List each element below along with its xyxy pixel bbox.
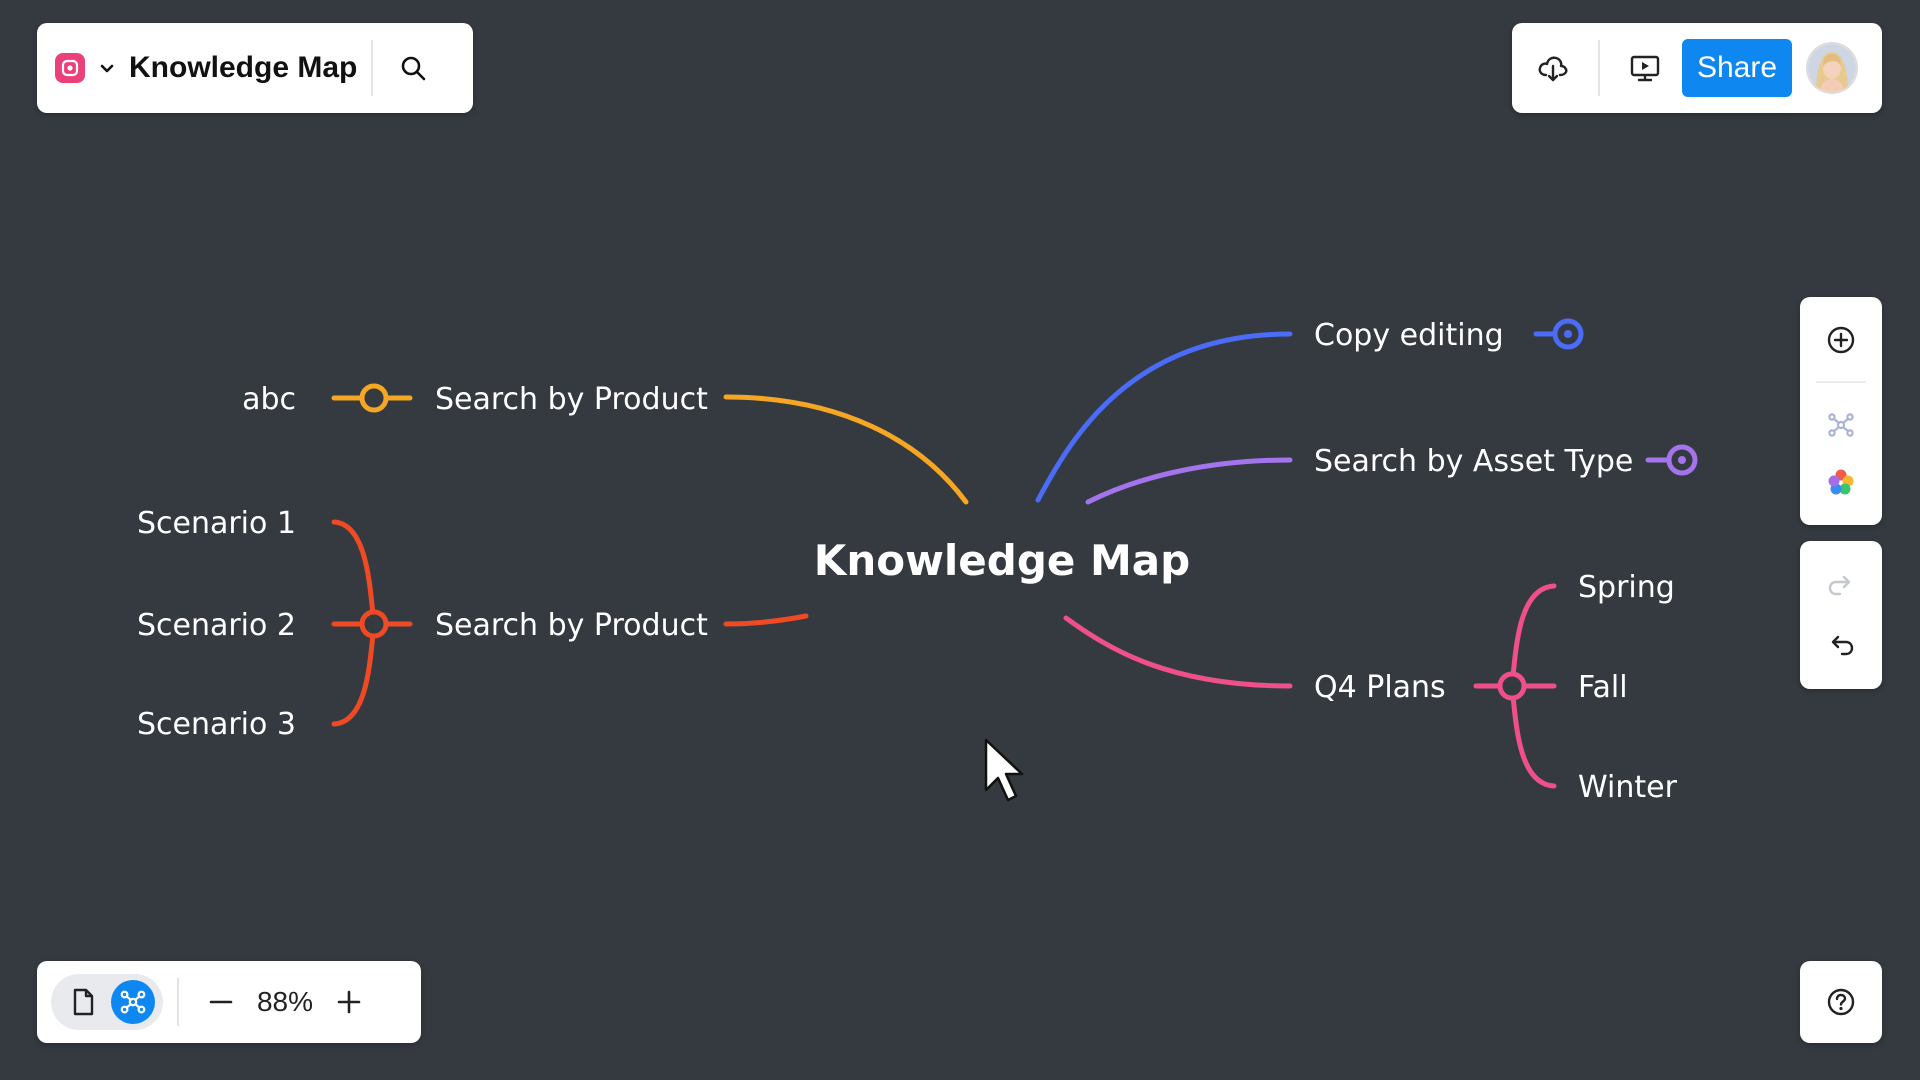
connector-scenario-1 — [331, 519, 377, 627]
top-toolbar: Share — [1512, 23, 1882, 113]
expand-toggle-asset-type-dot — [1678, 456, 1686, 464]
app-logo-icon[interactable] — [55, 53, 85, 83]
collapse-toggle-q4[interactable] — [1497, 671, 1527, 701]
help-panel — [1800, 961, 1882, 1043]
undo-icon[interactable] — [1826, 630, 1856, 660]
avatar[interactable] — [1806, 42, 1858, 94]
mindmap-canvas[interactable]: Knowledge Map Search by Product abc Sear… — [0, 0, 1920, 1080]
view-mode-switch — [51, 974, 163, 1030]
side-toolbar-history — [1800, 541, 1882, 689]
node-layout-icon[interactable] — [1825, 409, 1857, 441]
expand-toggle-copy-editing-dot — [1564, 330, 1572, 338]
presentation-icon[interactable] — [1628, 51, 1662, 85]
share-button[interactable]: Share — [1682, 39, 1792, 97]
node-winter[interactable]: Winter — [1578, 770, 1678, 805]
connector-winter — [1509, 683, 1557, 789]
page-view-icon[interactable] — [69, 987, 97, 1017]
node-search-by-product-2[interactable]: Search by Product — [435, 608, 708, 643]
divider — [1816, 381, 1866, 384]
mindmap-view-icon[interactable] — [111, 980, 155, 1024]
help-icon[interactable] — [1825, 986, 1857, 1018]
chevron-down-icon[interactable] — [99, 60, 115, 76]
document-title[interactable]: Knowledge Map — [129, 51, 357, 85]
node-scenario-1[interactable]: Scenario 1 — [137, 506, 296, 541]
node-abc[interactable]: abc — [242, 382, 296, 417]
connector-scenario-3 — [331, 621, 377, 727]
zoom-out-icon[interactable] — [207, 988, 235, 1016]
root-node[interactable]: Knowledge Map — [814, 536, 1190, 585]
side-toolbar-top — [1800, 297, 1882, 525]
node-spring[interactable]: Spring — [1578, 570, 1675, 605]
title-bar: Knowledge Map — [37, 23, 473, 113]
connector-spring — [1509, 583, 1557, 689]
node-scenario-2[interactable]: Scenario 2 — [137, 608, 296, 643]
collapse-toggle-scenarios[interactable] — [359, 609, 389, 639]
redo-icon[interactable] — [1826, 570, 1856, 600]
view-zoom-bar: 88% — [37, 961, 421, 1043]
connector-asset-type — [1085, 457, 1293, 505]
add-circle-icon[interactable] — [1825, 324, 1857, 356]
connector-top-left — [723, 394, 969, 505]
zoom-level[interactable]: 88% — [249, 986, 321, 1018]
divider — [371, 40, 374, 96]
zoom-in-icon[interactable] — [335, 988, 363, 1016]
node-search-by-asset-type[interactable]: Search by Asset Type — [1314, 444, 1633, 479]
color-palette-icon[interactable] — [1825, 466, 1857, 498]
cloud-download-icon[interactable] — [1536, 51, 1570, 85]
connector-bottom-left — [723, 613, 809, 627]
node-scenario-3[interactable]: Scenario 3 — [137, 707, 296, 742]
divider — [177, 978, 179, 1026]
node-fall[interactable]: Fall — [1578, 670, 1628, 705]
node-copy-editing[interactable]: Copy editing — [1314, 318, 1504, 353]
divider — [1598, 40, 1600, 96]
connector-q4-plans — [1063, 615, 1293, 689]
mouse-cursor-icon — [984, 738, 1024, 802]
collapse-toggle-abc[interactable] — [359, 383, 389, 413]
node-search-by-product-1[interactable]: Search by Product — [435, 382, 708, 417]
node-q4-plans[interactable]: Q4 Plans — [1314, 670, 1446, 705]
search-icon[interactable] — [399, 54, 427, 82]
